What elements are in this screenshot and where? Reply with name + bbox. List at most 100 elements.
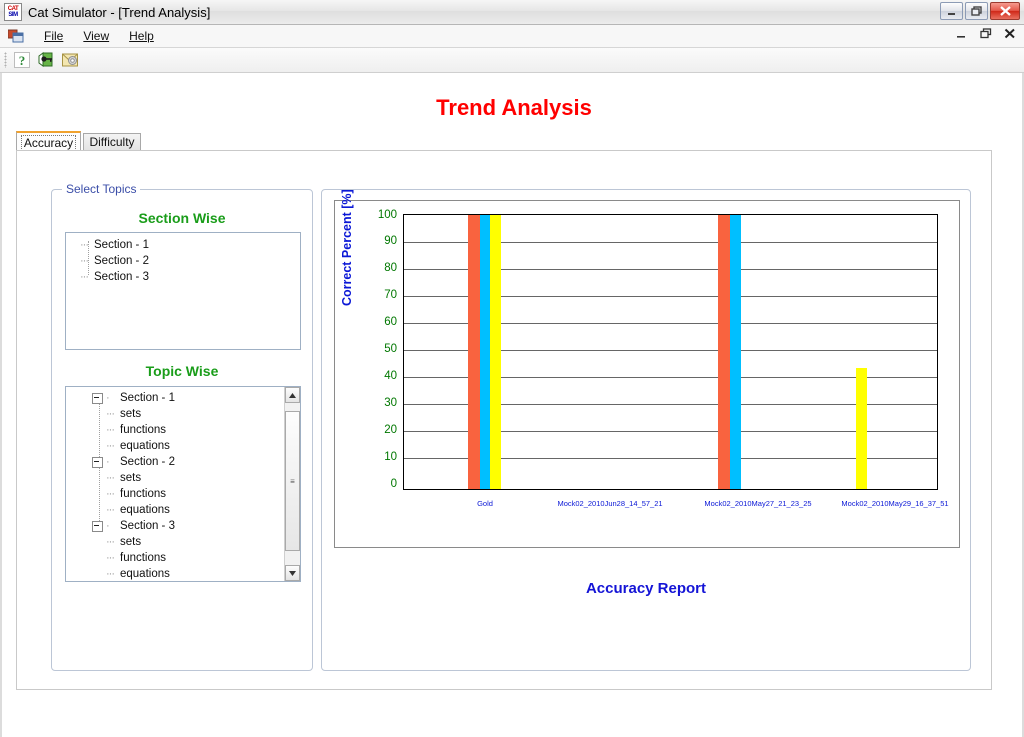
y-tick-90: 90 [384,235,397,247]
topic-group-section-1[interactable]: · Section - 1 [66,390,300,406]
tree-branch-icon: ··· [106,504,115,516]
chart-y-axis-label: Correct Percent [%] [340,189,354,306]
menu-item-file-label: File [44,29,64,43]
topic-item-s1-sets[interactable]: ··· sets [66,406,300,422]
collapse-expander-icon[interactable] [92,392,103,404]
tree-branch-icon: ··· [80,239,89,251]
tree-branch-icon: ··· [106,408,115,420]
tab-accuracy[interactable]: Accuracy [16,131,81,152]
chart-plot-area [403,214,938,490]
topic-group-section-1-label: Section - 1 [120,392,175,404]
tree-branch-icon: ··· [106,472,115,484]
key-unlock-icon[interactable] [35,50,57,70]
topic-item-s1-equations[interactable]: ··· equations [66,438,300,454]
topic-group-section-3[interactable]: · Section - 3 [66,518,300,534]
topic-item-s2-equations[interactable]: ··· equations [66,502,300,518]
bar-mock-may29-section-3[interactable] [856,368,867,489]
tree-branch-icon: ··· [80,271,89,283]
mdi-close-button[interactable] [1004,28,1016,41]
tab-panel-accuracy: Select Topics Section Wise ··· Section -… [16,150,992,690]
tree-branch-icon: ··· [106,488,115,500]
y-tick-80: 80 [384,262,397,274]
topic-item-s1-functions[interactable]: ··· functions [66,422,300,438]
tab-difficulty-label: Difficulty [89,135,135,149]
tree-branch-icon: ··· [106,552,115,564]
toolbar: ? [0,48,1024,73]
maximize-button[interactable] [965,2,988,20]
topic-item-s1-equations-label: equations [120,440,170,452]
topic-item-s3-sets[interactable]: ··· sets [66,534,300,550]
scrollbar-thumb[interactable]: ≡ [285,411,300,551]
topic-item-s3-equations[interactable]: ··· equations [66,566,300,581]
bar-mock-may27-section-2[interactable] [730,215,741,489]
close-button[interactable] [990,2,1020,20]
mdi-window-controls [956,28,1016,41]
help-question-icon[interactable]: ? [11,50,33,70]
client-area: Trend Analysis Accuracy Difficulty Selec… [0,73,1024,737]
bar-gold-section-2[interactable] [480,215,490,489]
scroll-up-arrow-icon[interactable] [285,387,300,403]
topic-item-s2-sets[interactable]: ··· sets [66,470,300,486]
menu-bar: File View Help [0,25,1024,48]
topic-item-s2-functions[interactable]: ··· functions [66,486,300,502]
topic-group-section-2[interactable]: · Section - 2 [66,454,300,470]
section-wise-heading: Section Wise [138,210,226,226]
tree-branch-icon: ··· [106,440,115,452]
topic-item-s3-functions[interactable]: ··· functions [66,550,300,566]
topic-item-s2-functions-label: functions [120,488,167,500]
topic-item-s1-functions-label: functions [120,424,167,436]
menu-item-file[interactable]: File [34,27,73,45]
select-topics-groupbox: Select Topics Section Wise ··· Section -… [51,182,313,671]
mdi-restore-button[interactable] [980,28,992,41]
toolbar-grip[interactable] [4,52,7,68]
window-title: Cat Simulator - [Trend Analysis] [28,4,211,20]
menu-item-help[interactable]: Help [119,27,164,45]
title-bar: CAT SIM Cat Simulator - [Trend Analysis] [0,0,1024,25]
section-wise-item-3[interactable]: ··· Section - 3 [66,269,300,285]
section-wise-item-2-label: Section - 2 [94,255,149,267]
topic-item-s2-equations-label: equations [120,504,170,516]
collapse-expander-icon[interactable] [92,520,103,532]
svg-text:?: ? [19,53,26,68]
bar-gold-section-1[interactable] [468,215,480,489]
tree-branch-icon: ··· [106,568,115,580]
tab-difficulty[interactable]: Difficulty [83,133,141,150]
y-tick-20: 20 [384,424,397,436]
topic-item-s3-sets-label: sets [120,536,142,548]
mdi-child-icon [7,29,24,43]
cat-sim-icon: CAT SIM [4,3,22,21]
y-tick-70: 70 [384,289,397,301]
mail-envelope-icon[interactable] [59,50,81,70]
section-wise-item-1[interactable]: ··· Section - 1 [66,237,300,253]
menu-item-view[interactable]: View [73,27,119,45]
y-tick-0: 0 [390,478,397,490]
y-tick-50: 50 [384,343,397,355]
scroll-down-arrow-icon[interactable] [285,565,300,581]
topic-wise-tree-box[interactable]: · Section - 1 ··· sets ··· functions ···… [65,386,301,582]
collapse-expander-icon[interactable] [92,456,103,468]
x-tick-gold: Gold [477,499,493,508]
tree-branch-icon: · [106,392,110,404]
topic-wise-vertical-scrollbar[interactable]: ≡ [284,387,300,581]
minimize-button[interactable] [940,2,963,20]
topic-group-section-2-label: Section - 2 [120,456,175,468]
menu-item-help-label: Help [129,29,154,43]
section-wise-item-2[interactable]: ··· Section - 2 [66,253,300,269]
application-window: CATSIM Cat Simulator - [Trend Analysis] [0,0,1024,737]
y-tick-40: 40 [384,370,397,382]
chart-container: Correct Percent [%] 100 90 80 70 60 50 4… [334,189,960,548]
topic-group-section-3-label: Section - 3 [120,520,175,532]
section-wise-list[interactable]: ··· Section - 1 ··· Section - 2 ··· Sect… [65,232,301,350]
tree-branch-icon: · [106,520,110,532]
section-wise-item-3-label: Section - 3 [94,271,149,283]
menu-item-view-label: View [83,29,110,43]
bar-gold-section-3[interactable] [490,215,501,489]
bar-mock-may27-section-1[interactable] [718,215,730,489]
topic-wise-heading: Topic Wise [145,363,219,379]
page-title: Trend Analysis [436,95,592,120]
select-topics-legend: Select Topics [62,182,141,196]
topic-item-s3-equations-label: equations [120,568,170,580]
y-tick-60: 60 [384,316,397,328]
topic-item-s1-sets-label: sets [120,408,142,420]
mdi-minimize-button[interactable] [956,29,968,41]
